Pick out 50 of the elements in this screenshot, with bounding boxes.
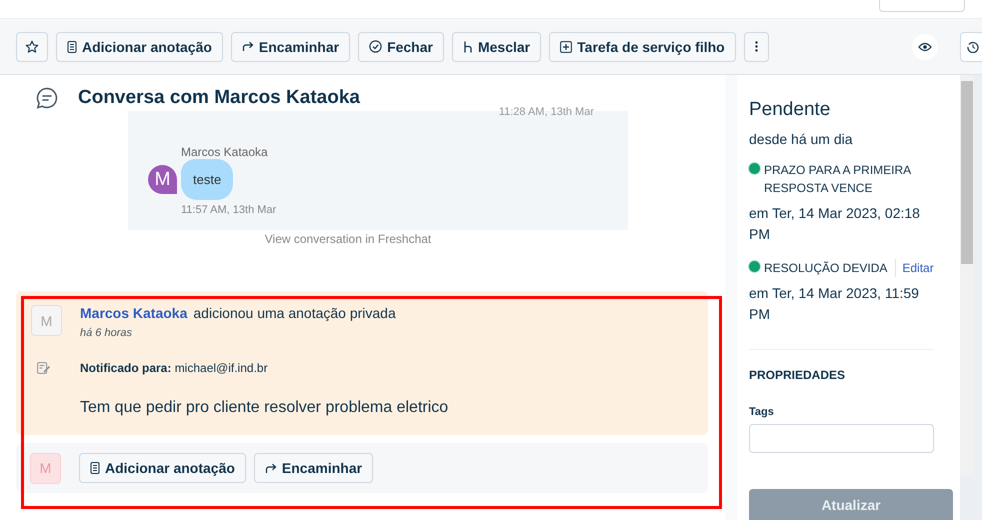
eye-icon <box>918 42 932 52</box>
watch-button[interactable] <box>912 34 938 60</box>
note-age: há 6 horas <box>80 327 133 339</box>
sla-due: em Ter, 14 Mar 2023, 11:59 PM <box>749 284 920 324</box>
notepad-icon <box>90 462 100 474</box>
notified-text: Notificado para: michael@if.ind.br <box>80 361 269 377</box>
avatar: M <box>148 165 177 194</box>
message-time: 11:57 AM, 13th Mar <box>181 204 278 216</box>
conversation-title: Conversa com Marcos Kataoka <box>78 87 360 109</box>
history-button[interactable] <box>960 32 982 62</box>
author-link[interactable]: Marcos Kataoka <box>80 305 188 321</box>
star-icon <box>25 40 39 54</box>
message-bubble: teste <box>181 159 234 200</box>
top-button[interactable] <box>879 0 965 12</box>
message-time: 11:28 AM, 13th Mar <box>498 106 594 118</box>
edit-link[interactable]: Editar <box>895 259 934 277</box>
check-circle-icon <box>369 40 382 53</box>
sla-due: em Ter, 14 Mar 2023, 02:18 PM <box>749 204 921 244</box>
note-edit-icon <box>37 362 51 374</box>
sla-label: PRAZO PARA A PRIMEIRA RESPOSTA VENCE <box>764 162 912 197</box>
sender-name: Marcos Kataoka <box>181 145 269 159</box>
star-button[interactable] <box>16 32 48 62</box>
toolbar-button[interactable]: Fechar <box>358 32 444 62</box>
clock-icon <box>967 40 979 52</box>
forward-arrow-icon <box>264 462 277 474</box>
forward-arrow-icon <box>242 41 254 52</box>
tags-field[interactable] <box>749 424 934 454</box>
sla-label: RESOLUÇÃO DEVIDA <box>764 260 888 277</box>
avatar: M <box>30 452 61 484</box>
toolbar-button[interactable]: Mesclar <box>452 32 542 62</box>
toolbar-button[interactable]: Adicionar anotação <box>56 32 223 62</box>
scrollbar[interactable] <box>960 75 974 475</box>
merge-icon <box>462 40 473 52</box>
toolbar-button[interactable]: Tarefa de serviço filho <box>549 32 736 62</box>
note-heading: Marcos Kataoka adicionou uma anotação privada <box>80 305 397 321</box>
status-title: Pendente <box>749 99 832 121</box>
more-icon <box>754 41 758 52</box>
chat-bubble-icon <box>36 87 58 109</box>
note-body: Tem que pedir pro cliente resolver problema eletrico <box>80 399 450 417</box>
notepad-icon <box>67 40 77 52</box>
reply-button[interactable]: Encaminhar <box>254 453 374 483</box>
plus-square-icon <box>560 40 572 52</box>
toolbar-button[interactable]: Encaminhar <box>230 32 350 62</box>
status-since: desde há um dia <box>749 131 854 147</box>
freshchat-link[interactable]: View conversation in Freshchat <box>264 232 432 246</box>
field-label: Tags <box>749 406 775 418</box>
reply-button[interactable]: Adicionar anotação <box>79 453 246 483</box>
avatar: M <box>31 305 62 336</box>
more-button[interactable] <box>744 32 769 62</box>
section-title: PROPRIEDADES <box>749 368 846 382</box>
